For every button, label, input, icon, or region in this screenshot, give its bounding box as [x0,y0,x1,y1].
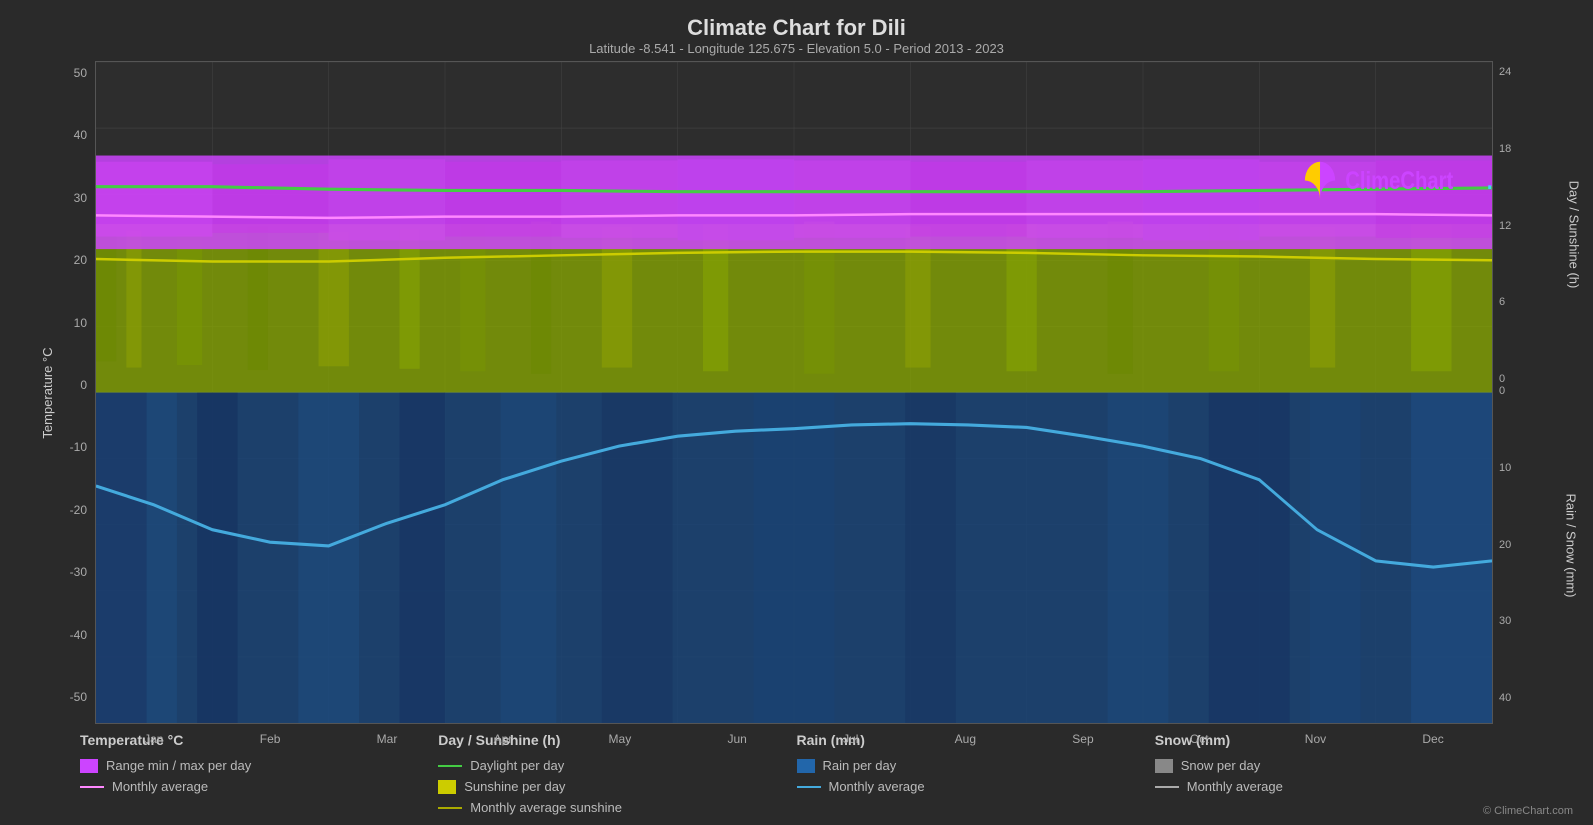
legend-rain-day: Rain per day [797,758,1155,773]
chart-subtitle: Latitude -8.541 - Longitude 125.675 - El… [20,41,1573,56]
legend-rain-avg: Monthly average [797,779,1155,794]
svg-text:ClimeChart: ClimeChart [1345,166,1453,195]
y-axis-right-rain-label: Rain / Snow (mm) [1563,494,1578,598]
y-axis-right: 24 18 12 6 0 0 10 20 30 40 Day / Sunshin… [1493,61,1573,724]
sunshine-avg-line [438,807,462,809]
legend-sunshine-avg: Monthly average sunshine [438,800,796,815]
chart-container: Climate Chart for Dili Latitude -8.541 -… [0,0,1593,825]
legend-sunshine-day: Sunshine per day [438,779,796,794]
legend-temp-range: Range min / max per day [80,758,438,773]
snow-avg-line [1155,786,1179,788]
chart-svg: ClimeChart .com ClimeChart .com [96,62,1492,723]
copyright: © ClimeChart.com [1483,805,1573,817]
snow-swatch [1155,759,1173,773]
y-axis-left-label: Temperature °C [40,347,55,438]
legend-daylight: Daylight per day [438,758,796,773]
sunshine-swatch [438,780,456,794]
chart-main: ClimeChart .com ClimeChart .com Jan Feb … [95,61,1493,724]
y-axis-right-sunshine-label: Day / Sunshine (h) [1567,180,1582,288]
daylight-line [438,765,462,767]
legend-snow-day: Snow per day [1155,758,1513,773]
svg-text:.com: .com [1487,166,1492,195]
rain-avg-line [797,786,821,788]
legend-temp-avg: Monthly average [80,779,438,794]
temp-range-swatch [80,759,98,773]
chart-area-wrapper: Temperature °C 50 40 30 20 10 0 -10 -20 … [20,61,1573,724]
x-axis: Jan Feb Mar Apr May Jun Jul Aug Sep Oct … [96,728,1492,750]
temp-avg-line [80,786,104,788]
chart-title: Climate Chart for Dili [20,15,1573,41]
legend-snow-avg: Monthly average [1155,779,1513,794]
rain-swatch [797,759,815,773]
